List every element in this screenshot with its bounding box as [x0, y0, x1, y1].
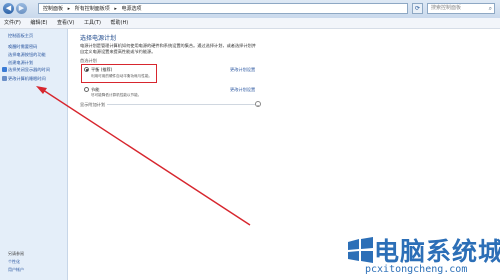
watermark-url: pcxitongcheng.com — [365, 264, 468, 275]
show-additional-plans[interactable]: 显示附加计划 — [80, 102, 108, 108]
watermark-text: 电脑系统城 — [374, 237, 500, 266]
watermark-logo-icon — [348, 237, 373, 263]
